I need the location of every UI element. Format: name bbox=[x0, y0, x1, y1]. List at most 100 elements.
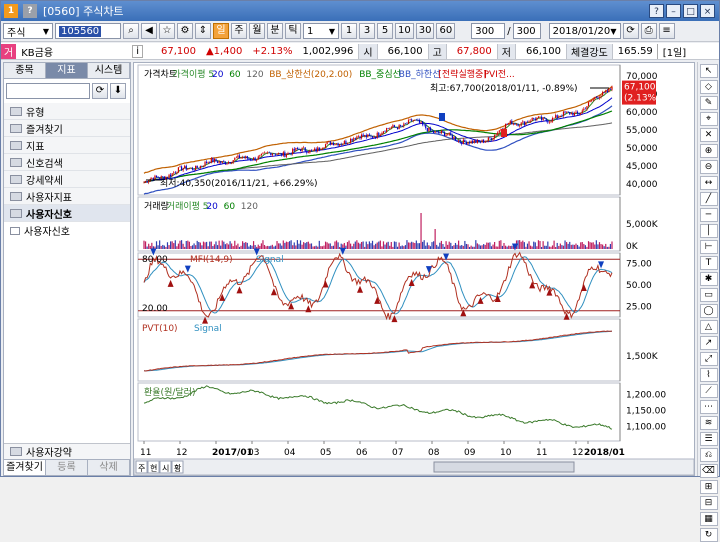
refresh-icon[interactable]: ⟳ bbox=[622, 23, 639, 39]
x-axis-label: 11 bbox=[140, 448, 151, 458]
tree-item-user-indicators[interactable]: 사용자지표 bbox=[4, 188, 130, 205]
candle-body bbox=[359, 136, 361, 139]
text-icon[interactable]: T bbox=[699, 256, 718, 270]
star-icon[interactable]: ✱ bbox=[699, 272, 718, 286]
delete-button[interactable]: 삭제 bbox=[88, 460, 130, 475]
interval-1-button[interactable]: 1 bbox=[341, 23, 357, 39]
tab-stocks[interactable]: 종목 bbox=[4, 63, 46, 78]
close-icon[interactable]: × bbox=[700, 4, 715, 18]
tree-item-user-strength[interactable]: 사용자강약 bbox=[4, 443, 130, 459]
tree-item-favorites[interactable]: 즐겨찾기 bbox=[4, 120, 130, 137]
ellipse-icon[interactable]: ◯ bbox=[699, 304, 718, 318]
volume-bar bbox=[204, 242, 206, 249]
title-bar[interactable]: 1 ? [0560] 주식차트 ? – □ × bbox=[1, 1, 719, 21]
volume-bar bbox=[210, 241, 212, 249]
month-button[interactable]: 월 bbox=[249, 23, 265, 39]
day-button[interactable]: 일 bbox=[213, 23, 229, 39]
tree-item-signal-search[interactable]: 신호검색 bbox=[4, 154, 130, 171]
channel-icon[interactable]: ≋ bbox=[699, 416, 718, 430]
mfi-legend-item: Signal bbox=[256, 255, 284, 265]
interval-10-button[interactable]: 10 bbox=[395, 23, 414, 39]
tab-system[interactable]: 시스템 bbox=[88, 63, 130, 78]
candle-body bbox=[201, 165, 203, 167]
candle-body bbox=[382, 131, 385, 133]
crosshair-icon[interactable]: ⌖ bbox=[699, 112, 718, 126]
chart-area[interactable]: 가격차트 가격이평 5 20 60 120 BB_상한선(20,2.00) BB_중심선 BB… bbox=[133, 62, 695, 476]
pointer-icon[interactable]: ↖ bbox=[699, 64, 718, 78]
tick-button[interactable]: 틱 bbox=[285, 23, 301, 39]
interval-3-button[interactable]: 3 bbox=[359, 23, 375, 39]
tree-item-user-signals[interactable]: 사용자신호 bbox=[4, 205, 130, 222]
minute-button[interactable]: 분 bbox=[267, 23, 283, 39]
print-icon[interactable]: ⎙ bbox=[640, 23, 657, 39]
price-y-tick: 60,000 bbox=[626, 108, 658, 118]
date-input[interactable]: 2018/01/20 ▼ bbox=[548, 23, 621, 39]
grid-remove-icon[interactable]: ⊟ bbox=[699, 496, 718, 510]
menu-icon[interactable]: ☰ bbox=[699, 432, 718, 446]
gear-icon[interactable]: ⚙ bbox=[177, 23, 193, 39]
interval-30-button[interactable]: 30 bbox=[415, 23, 435, 39]
volume-bar bbox=[240, 245, 242, 249]
indicator-search-input[interactable] bbox=[6, 83, 90, 99]
signal-marker bbox=[439, 113, 445, 121]
prev-stock-icon[interactable]: ◀ bbox=[141, 23, 157, 39]
favorites-button[interactable]: 즐겨찾기 bbox=[4, 460, 46, 475]
dots-icon[interactable]: ⋯ bbox=[699, 400, 718, 414]
volume-bar bbox=[359, 243, 361, 249]
zoom-out-icon[interactable]: ⊖ bbox=[699, 160, 718, 174]
market-select[interactable]: 주식 ▼ bbox=[3, 23, 53, 39]
ray-icon[interactable]: ⟋ bbox=[699, 384, 718, 398]
star-icon[interactable]: ☆ bbox=[159, 23, 175, 39]
code-input[interactable]: 105560 bbox=[55, 23, 121, 39]
erase-icon[interactable]: ⌫ bbox=[699, 464, 718, 478]
grid-add-icon[interactable]: ⊞ bbox=[699, 480, 718, 494]
rotate-icon[interactable]: ↻ bbox=[699, 528, 718, 542]
bars-input[interactable]: 300 bbox=[471, 23, 506, 39]
candle-body bbox=[273, 153, 275, 155]
candle-body bbox=[298, 149, 300, 150]
week-button[interactable]: 주 bbox=[231, 23, 247, 39]
zoom-in-icon[interactable]: ⊕ bbox=[699, 144, 718, 158]
tree-subitem-user-signal[interactable]: 사용자신호 bbox=[4, 222, 130, 239]
info-icon[interactable]: i bbox=[132, 44, 143, 58]
volume-bar bbox=[551, 245, 554, 249]
wave-icon[interactable]: ⌇ bbox=[699, 368, 718, 382]
search-icon[interactable]: ⌕ bbox=[123, 23, 139, 39]
settings-icon[interactable]: ≡ bbox=[658, 23, 675, 39]
tree-item-strength[interactable]: 강세약세 bbox=[4, 171, 130, 188]
volume-bar bbox=[303, 242, 305, 249]
help-icon[interactable]: ? bbox=[649, 4, 664, 18]
hline-icon[interactable]: ─ bbox=[699, 208, 718, 222]
refresh-icon[interactable]: ⟳ bbox=[92, 83, 108, 99]
pattern-icon[interactable]: ▦ bbox=[699, 512, 718, 526]
delete-icon[interactable]: ✕ bbox=[699, 128, 718, 142]
undo-icon[interactable]: ⎌ bbox=[699, 448, 718, 462]
download-icon[interactable]: ⬇ bbox=[110, 83, 126, 99]
vline-icon[interactable]: │ bbox=[699, 224, 718, 238]
expand-icon[interactable]: ⤢ bbox=[699, 352, 718, 366]
trendline-icon[interactable]: ╱ bbox=[699, 192, 718, 206]
chart-canvas[interactable]: 가격차트가격이평 520 60 120 BB_상한선(20,2.00) BB_중심선BB… bbox=[133, 63, 695, 476]
pencil-icon[interactable]: ✎ bbox=[699, 96, 718, 110]
register-button[interactable]: 등록 bbox=[46, 460, 88, 475]
tree-item-indicators[interactable]: 지표 bbox=[4, 137, 130, 154]
count-select[interactable]: 1 ▼ bbox=[303, 23, 339, 39]
tab-indicators[interactable]: 지표 bbox=[46, 63, 88, 78]
bars-total-input[interactable]: 300 bbox=[512, 23, 541, 39]
diamond-icon[interactable]: ◇ bbox=[699, 80, 718, 94]
rect-icon[interactable]: ▭ bbox=[699, 288, 718, 302]
fibo-icon[interactable]: ⊢ bbox=[699, 240, 718, 254]
triangle-icon[interactable]: △ bbox=[699, 320, 718, 334]
lock-icon[interactable]: ? bbox=[23, 4, 37, 18]
interval-5-button[interactable]: 5 bbox=[377, 23, 393, 39]
scrollbar-thumb[interactable] bbox=[433, 461, 575, 473]
arrow-icon[interactable]: ↗ bbox=[699, 336, 718, 350]
interval-60-button[interactable]: 60 bbox=[436, 23, 456, 39]
minimize-icon[interactable]: – bbox=[666, 4, 681, 18]
up-down-icon[interactable]: ⇕ bbox=[195, 23, 211, 39]
candle-body bbox=[411, 119, 413, 121]
range-icon[interactable]: ↔ bbox=[699, 176, 718, 190]
volume-bar bbox=[223, 241, 225, 249]
maximize-icon[interactable]: □ bbox=[683, 4, 698, 18]
tree-item-type[interactable]: 유형 bbox=[4, 103, 130, 120]
